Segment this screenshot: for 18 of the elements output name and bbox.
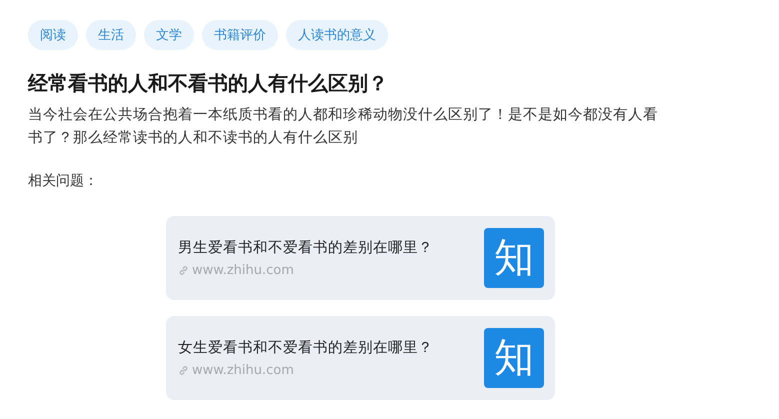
- card-title: 男生爱看书和不爱看书的差别在哪里？: [178, 238, 433, 257]
- source-url: www.zhihu.com: [192, 362, 294, 378]
- site-logo: 知: [484, 228, 544, 288]
- question-title: 经常看书的人和不看书的人有什么区别？: [28, 70, 389, 97]
- related-link-card[interactable]: 女生爱看书和不爱看书的差别在哪里？ www.zhihu.com 知: [166, 316, 555, 400]
- topic-tag[interactable]: 文学: [144, 20, 194, 50]
- link-icon: [178, 364, 189, 376]
- topic-tag[interactable]: 生活: [86, 20, 136, 50]
- link-icon: [178, 264, 189, 276]
- related-label: 相关问题：: [28, 172, 99, 190]
- topic-tag[interactable]: 阅读: [28, 20, 78, 50]
- card-title: 女生爱看书和不爱看书的差别在哪里？: [178, 338, 433, 357]
- question-description: 当今社会在公共场合抱着一本纸质书看的人都和珍稀动物没什么区别了！是不是如今都没有人看书了？那么经常读书的人和不读书的人有什么区别: [28, 105, 659, 148]
- topic-tag[interactable]: 人读书的意义: [286, 20, 388, 50]
- site-logo: 知: [484, 328, 544, 388]
- related-link-card[interactable]: 男生爱看书和不爱看书的差别在哪里？ www.zhihu.com 知: [166, 216, 555, 300]
- topic-tag[interactable]: 书籍评价: [202, 20, 278, 50]
- source-url: www.zhihu.com: [192, 262, 294, 278]
